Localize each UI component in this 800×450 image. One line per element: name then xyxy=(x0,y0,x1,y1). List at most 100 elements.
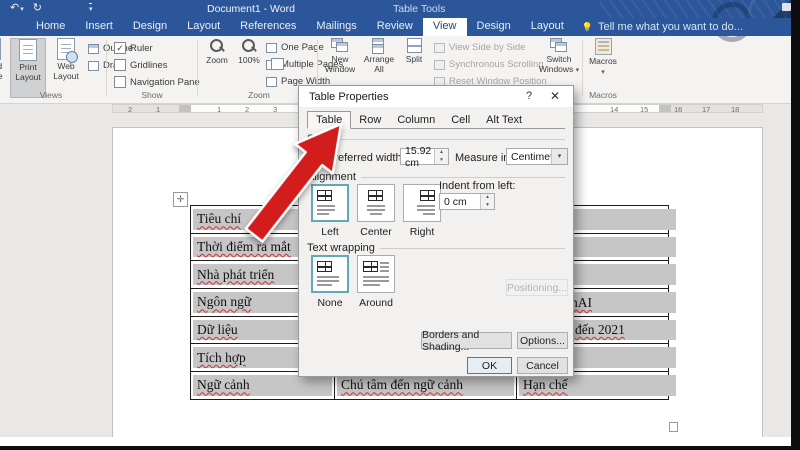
zoom-100-button[interactable]: 100% xyxy=(234,38,264,98)
synchronous-scrolling-icon xyxy=(434,60,445,70)
tab-mailings[interactable]: Mailings xyxy=(306,18,366,36)
checkbox-checked-icon: ✓ xyxy=(114,42,126,54)
borders-and-shading-button[interactable]: Borders and Shading... xyxy=(421,332,512,349)
wrap-none-option[interactable] xyxy=(311,255,349,293)
preferred-width-label: Preferred width: xyxy=(327,152,405,164)
one-page-icon xyxy=(266,43,277,53)
tab-insert[interactable]: Insert xyxy=(75,18,123,36)
dialog-tab-cell[interactable]: Cell xyxy=(443,112,478,128)
spinner-down-icon[interactable]: ▾ xyxy=(435,157,448,165)
spinner-up-icon[interactable]: ▴ xyxy=(481,194,494,202)
tab-references[interactable]: References xyxy=(230,18,306,36)
gridlines-checkbox[interactable]: Gridlines xyxy=(114,59,168,71)
table-move-handle[interactable]: ✛ xyxy=(173,192,188,207)
customize-qat-icon[interactable]: ▾ xyxy=(89,3,93,13)
web-layout-icon xyxy=(57,38,75,60)
new-window-icon xyxy=(331,38,349,53)
preferred-width-checkbox[interactable]: ✓ xyxy=(311,151,323,163)
dialog-tab-column[interactable]: Column xyxy=(389,112,443,128)
draft-icon xyxy=(88,61,99,71)
switch-windows-icon xyxy=(550,38,568,53)
preferred-width-spinner[interactable]: ▴ ▾ xyxy=(434,149,448,164)
ruler-number: 18 xyxy=(731,105,739,114)
ruler-number: 15 xyxy=(640,105,648,114)
preferred-width-input[interactable]: 15.92 cm ▴ ▾ xyxy=(400,148,449,165)
synchronous-scrolling-button[interactable]: Synchronous Scrolling xyxy=(434,59,544,70)
one-page-button[interactable]: One Page xyxy=(266,42,324,53)
indent-spinner[interactable]: ▴ ▾ xyxy=(480,194,494,209)
dialog-tab-alt-text[interactable]: Alt Text xyxy=(478,112,530,128)
multiple-pages-icon xyxy=(266,60,277,70)
wrap-around-option[interactable] xyxy=(357,255,395,293)
right-black-band xyxy=(791,0,800,450)
tab-tabletools-design[interactable]: Design xyxy=(467,18,521,36)
dialog-tab-table[interactable]: Table xyxy=(307,111,351,129)
print-layout-icon xyxy=(19,39,37,61)
view-side-by-side-icon xyxy=(434,43,445,53)
dropdown-caret-icon: ▾ xyxy=(576,67,580,74)
tab-view[interactable]: View xyxy=(423,18,467,36)
dialog-close-icon[interactable]: ✕ xyxy=(547,89,563,104)
positioning-button[interactable]: Positioning... xyxy=(506,279,568,296)
undo-icon[interactable]: ↶▾ xyxy=(10,1,24,14)
dropdown-arrow-icon[interactable]: ▾ xyxy=(551,149,567,164)
indent-from-left-input[interactable]: 0 cm ▴ ▾ xyxy=(439,193,495,210)
web-layout-button[interactable]: Web Layout xyxy=(48,38,84,98)
options-button[interactable]: Options... xyxy=(517,332,568,349)
left-margin-marker[interactable] xyxy=(179,105,191,112)
right-margin-marker[interactable] xyxy=(659,105,671,112)
page-width-icon xyxy=(266,77,277,87)
document-text-fragment[interactable]: nAI xyxy=(571,295,592,311)
align-center-option[interactable] xyxy=(357,184,395,222)
indent-from-left-label: Indent from left: xyxy=(439,180,515,192)
word-window: ↶▾ ↻ ▾ Document1 - Word Table Tools Home… xyxy=(0,0,800,450)
dialog-tab-row[interactable]: Row xyxy=(351,112,389,128)
wrap-none-icon xyxy=(317,261,343,287)
ruler-number: 16 xyxy=(674,105,682,114)
arrange-all-icon xyxy=(370,38,388,53)
cancel-button[interactable]: Cancel xyxy=(517,357,568,374)
show-group-label: Show xyxy=(110,90,194,100)
tab-home[interactable]: Home xyxy=(26,18,75,36)
align-center-label: Center xyxy=(353,226,399,238)
dialog-help-button[interactable]: ? xyxy=(521,89,537,104)
redo-icon[interactable]: ↻ xyxy=(33,1,42,14)
spinner-up-icon[interactable]: ▴ xyxy=(435,149,448,157)
align-left-option[interactable] xyxy=(311,184,349,222)
checkbox-icon xyxy=(114,59,126,71)
group-divider xyxy=(106,40,107,96)
bottom-black-band xyxy=(0,446,800,450)
align-right-option[interactable] xyxy=(403,184,441,222)
view-side-by-side-button[interactable]: View Side by Side xyxy=(434,42,525,53)
align-left-icon xyxy=(317,190,343,216)
ruler-checkbox[interactable]: ✓ Ruler xyxy=(114,42,153,54)
zoom-button[interactable]: Zoom xyxy=(202,38,232,98)
outline-icon xyxy=(88,44,99,54)
ruler-number: 1 xyxy=(156,105,160,114)
macros-button[interactable]: Macros▾ xyxy=(586,38,620,98)
print-layout-button[interactable]: Print Layout xyxy=(10,38,46,98)
tab-review[interactable]: Review xyxy=(367,18,423,36)
ok-button[interactable]: OK xyxy=(467,357,512,374)
group-divider xyxy=(582,40,583,96)
wrap-around-icon xyxy=(363,261,389,287)
checkbox-check-icon: ✓ xyxy=(313,153,321,162)
measure-in-dropdown[interactable]: Centimeters ▾ xyxy=(506,148,568,165)
alignment-section-label: Alignment xyxy=(307,171,565,183)
document-text-fragment[interactable]: đến 2021 xyxy=(575,322,625,338)
tab-design[interactable]: Design xyxy=(123,18,177,36)
checkbox-icon xyxy=(114,76,126,88)
ribbon-tab-row: Home Insert Design Layout References Mai… xyxy=(0,18,791,36)
dropdown-caret-icon: ▾ xyxy=(601,69,605,76)
table-resize-handle[interactable] xyxy=(669,422,678,432)
zoom-100-icon xyxy=(241,38,257,54)
read-mode-icon xyxy=(0,38,1,60)
tell-me-box[interactable]: 💡 Tell me what you want to do... xyxy=(582,18,743,36)
spinner-down-icon[interactable]: ▾ xyxy=(481,202,494,210)
tab-layout[interactable]: Layout xyxy=(177,18,230,36)
navigation-pane-checkbox[interactable]: Navigation Pane xyxy=(114,76,200,88)
table-properties-dialog: Table Properties ? ✕ Table Row Column Ce… xyxy=(298,85,574,377)
ruler-number: 17 xyxy=(702,105,710,114)
zoom-magnifier-icon xyxy=(209,38,225,54)
tab-tabletools-layout[interactable]: Layout xyxy=(521,18,574,36)
